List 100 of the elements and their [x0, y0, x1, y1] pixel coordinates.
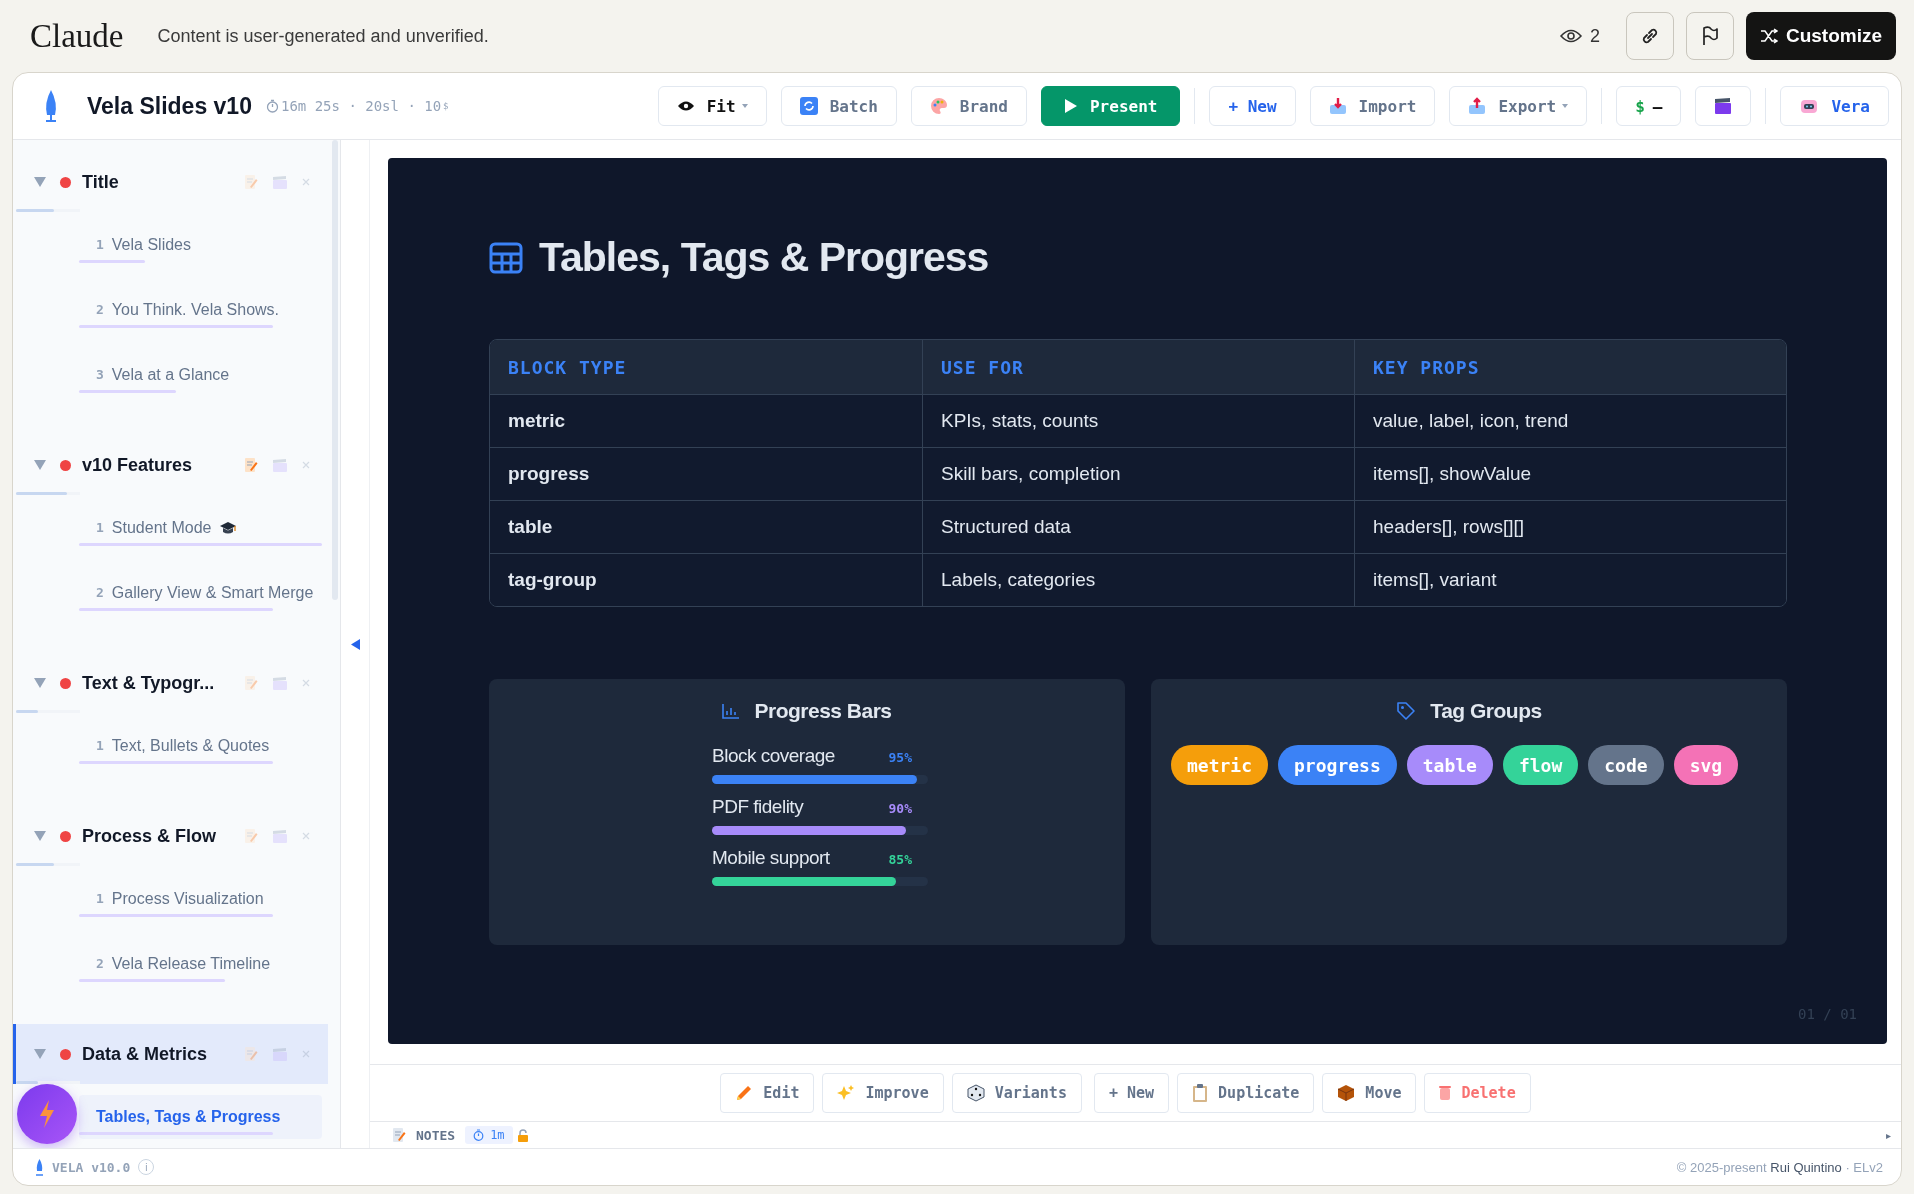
lightning-button[interactable]: [17, 1084, 77, 1144]
note-icon: [392, 1127, 406, 1143]
slide-item[interactable]: 2 You Think. Vela Shows.: [79, 287, 322, 332]
author-link[interactable]: Rui Quintino: [1770, 1159, 1842, 1175]
action-button[interactable]: Duplicate: [1177, 1073, 1315, 1113]
clapper-icon[interactable]: [272, 828, 288, 844]
bar-chart-icon: [722, 703, 741, 719]
palette-icon: [929, 97, 948, 115]
progress-value: 90%: [888, 801, 912, 816]
timer-chip[interactable]: 1m: [465, 1126, 513, 1144]
note-icon[interactable]: [244, 675, 258, 691]
toolbar-button[interactable]: + New: [1209, 86, 1296, 126]
clapper-icon[interactable]: [272, 457, 288, 473]
slide-number: 1: [96, 237, 104, 252]
deck-stats: 16m 25s · 20sl · 10$^{$}$: [265, 98, 449, 114]
action-button[interactable]: Delete: [1424, 1073, 1531, 1113]
slide-title-heading: Tables, Tags & Progress: [539, 234, 989, 281]
views-eye-icon: [1559, 28, 1582, 44]
slide-title: Vela Release Timeline: [111, 954, 271, 973]
clipboard-icon: [1192, 1084, 1209, 1102]
close-icon[interactable]: [302, 178, 310, 186]
clapper-icon[interactable]: [272, 675, 288, 691]
flag-button[interactable]: [1685, 12, 1734, 60]
action-button[interactable]: Move: [1322, 1073, 1417, 1113]
slide-item[interactable]: 1 Vela Slides: [79, 222, 322, 267]
stopwatch-icon: [265, 99, 279, 113]
slide-item[interactable]: 1 Student Mode: [79, 505, 322, 550]
collapse-caret-icon[interactable]: [34, 460, 46, 470]
notes-label[interactable]: NOTES: [416, 1127, 456, 1143]
toolbar-button[interactable]: Present: [1041, 86, 1181, 126]
pencil-icon: [735, 1084, 754, 1102]
slide-item[interactable]: 1 Text, Bullets & Quotes: [79, 723, 322, 768]
tag: svg: [1673, 745, 1739, 785]
progress-value: 95%: [888, 750, 912, 765]
note-icon[interactable]: [244, 174, 258, 190]
toolbar-button[interactable]: Vera: [1780, 86, 1889, 126]
slide-number: 1: [96, 520, 104, 535]
import-tray-icon: [1328, 97, 1347, 115]
section-title: Data & Metrics: [82, 1043, 209, 1065]
close-icon[interactable]: [302, 832, 310, 840]
version-label: VELA v10.0: [52, 1159, 131, 1175]
logo: Claude: [30, 17, 124, 55]
clapper-button[interactable]: [1695, 86, 1752, 126]
trash-icon: [1439, 1085, 1452, 1101]
link-button[interactable]: [1625, 12, 1674, 60]
action-button[interactable]: Improve: [822, 1073, 944, 1113]
lock-icon[interactable]: [516, 1128, 529, 1142]
clapper-icon: [1714, 97, 1733, 115]
action-button[interactable]: Variants: [951, 1073, 1082, 1113]
section-header[interactable]: Process & Flow: [13, 806, 328, 866]
flask-logo-icon: [35, 1158, 44, 1176]
action-button[interactable]: Edit: [720, 1073, 815, 1113]
slide-item[interactable]: 2 Vela Release Timeline: [79, 941, 322, 986]
toolbar-button[interactable]: Import: [1309, 86, 1436, 126]
section-header[interactable]: Title: [13, 152, 328, 212]
collapse-arrow-icon[interactable]: [350, 638, 360, 650]
collapse-caret-icon[interactable]: [34, 177, 46, 187]
section-header[interactable]: v10 Features: [13, 435, 328, 495]
section-title: Text & Typogr...: [82, 672, 216, 694]
table-cell: items[], variant: [1354, 554, 1786, 606]
status-dot: [60, 830, 71, 842]
toolbar-button[interactable]: Export: [1449, 86, 1588, 126]
action-button[interactable]: + New: [1093, 1073, 1170, 1113]
refresh-icon: [799, 97, 818, 115]
slide-item[interactable]: 2 Gallery View & Smart Merge: [79, 570, 322, 615]
clapper-icon[interactable]: [272, 174, 288, 190]
toolbar-button[interactable]: $ —: [1616, 86, 1682, 126]
section-header[interactable]: Text & Typogr...: [13, 653, 328, 713]
slide-item[interactable]: 3 Vela at a Glance: [79, 352, 322, 397]
toolbar-button[interactable]: Batch: [780, 86, 897, 126]
slide-number: 3: [96, 367, 104, 382]
note-icon[interactable]: [244, 828, 258, 844]
status-dot: [60, 459, 71, 471]
collapse-caret-icon[interactable]: [34, 1049, 46, 1059]
section-title: v10 Features: [82, 454, 194, 476]
tag: flow: [1502, 745, 1579, 785]
slide-number: 2: [96, 956, 104, 971]
customize-button[interactable]: Customize: [1745, 12, 1896, 60]
close-icon[interactable]: [302, 461, 310, 469]
tag: metric: [1171, 745, 1269, 785]
section-title: Process & Flow: [82, 825, 218, 847]
clapper-icon[interactable]: [272, 1046, 288, 1062]
note-icon[interactable]: [244, 1046, 258, 1062]
note-icon[interactable]: [244, 457, 258, 473]
collapse-caret-icon[interactable]: [34, 678, 46, 688]
toolbar-button[interactable]: Fit: [657, 86, 767, 126]
robot-icon: [1799, 97, 1820, 115]
status-dot: [60, 176, 71, 188]
close-icon[interactable]: [302, 679, 310, 687]
slide-title: Vela Slides: [111, 235, 191, 254]
slide-item[interactable]: Tables, Tags & Progress: [79, 1094, 322, 1139]
close-icon[interactable]: [302, 1050, 310, 1058]
toolbar-button[interactable]: Brand: [910, 86, 1027, 126]
expand-toggle[interactable]: ▸: [1886, 1129, 1891, 1141]
card-title: Progress Bars: [754, 699, 892, 723]
table-cell-text: tag-group: [507, 568, 598, 592]
collapse-caret-icon[interactable]: [34, 831, 46, 841]
slide-number: 1: [96, 891, 104, 906]
section-header[interactable]: Data & Metrics: [13, 1024, 328, 1084]
slide-item[interactable]: 1 Process Visualization: [79, 876, 322, 921]
